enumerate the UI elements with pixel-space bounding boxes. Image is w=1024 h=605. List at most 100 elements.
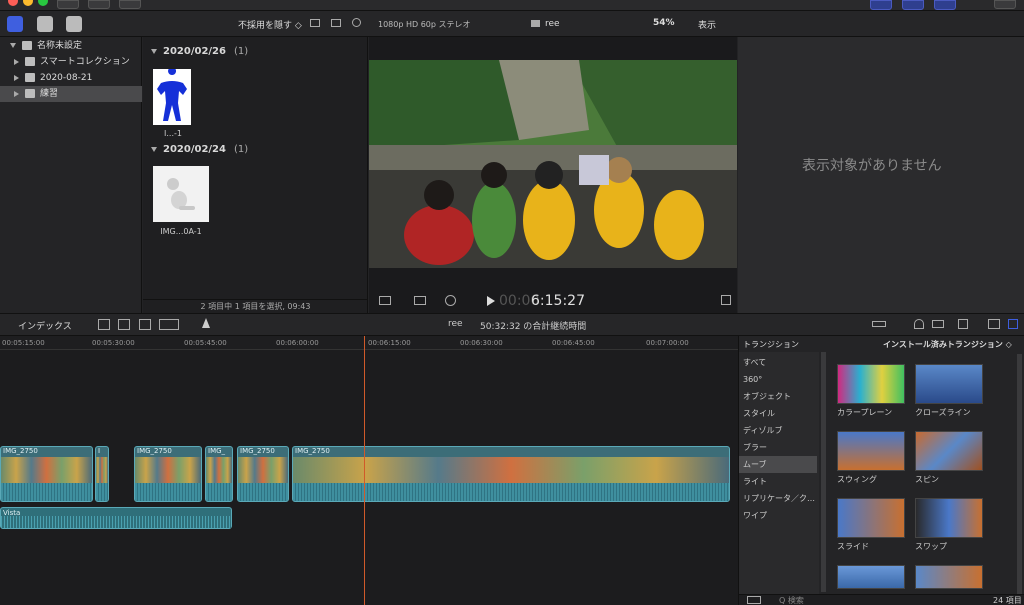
category-item[interactable]: ディゾルブ	[739, 422, 817, 439]
snapping-icon[interactable]	[958, 319, 968, 329]
disclosure-icon[interactable]	[151, 48, 157, 54]
libraries-icon[interactable]	[7, 16, 23, 32]
layout-timeline-button[interactable]	[902, 0, 924, 10]
fullscreen-icon[interactable]	[721, 295, 731, 305]
transition-tile[interactable]	[915, 565, 983, 589]
audio-skimming-icon[interactable]	[914, 319, 924, 329]
zoom-window-button[interactable]	[38, 0, 48, 6]
minimize-window-button[interactable]	[23, 0, 33, 6]
timeline-clip[interactable]: IMG_2750	[0, 446, 93, 502]
library-item[interactable]: 名称未設定	[0, 38, 142, 54]
transition-tile[interactable]	[837, 431, 905, 471]
filmstrip-icon[interactable]	[331, 19, 341, 27]
installed-menu[interactable]: インストール済みトランジション ◇	[883, 339, 1012, 350]
overwrite-clip-icon[interactable]	[159, 319, 179, 330]
search-field[interactable]: Q 検索	[779, 595, 804, 605]
category-item[interactable]: ワイプ	[739, 507, 817, 524]
play-button[interactable]	[487, 296, 495, 306]
category-item[interactable]: オブジェクト	[739, 388, 817, 405]
timeline-clip[interactable]: IMG_2750	[134, 446, 202, 502]
clip-thumbnail[interactable]	[153, 166, 209, 222]
zoom-menu[interactable]: 54%	[653, 18, 675, 28]
layout-libraries-button[interactable]	[870, 0, 892, 10]
close-window-button[interactable]	[8, 0, 18, 6]
disclosure-icon[interactable]	[14, 58, 19, 65]
transition-caption: クローズライン	[915, 408, 971, 417]
clip-thumbnail[interactable]	[153, 67, 191, 125]
timeline-toolbar: インデックス ree 50:32:32 の合計継続時間	[0, 313, 1024, 336]
timeline-ruler[interactable]: 00:05:15:00 00:05:30:00 00:05:45:00 00:0…	[0, 336, 738, 350]
transition-tile[interactable]	[837, 565, 905, 589]
view-options-icon[interactable]	[379, 296, 391, 305]
playhead[interactable]	[364, 336, 365, 605]
search-icon[interactable]	[352, 18, 361, 27]
fcp-window: 不採用を隠す ◇ 1080p HD 60p ステレオ ree 54% 表示 名称…	[0, 0, 1024, 605]
category-item[interactable]: スタイル	[739, 405, 817, 422]
enhance-icon[interactable]	[414, 296, 426, 305]
library-sidebar: 名称未設定 スマートコレクション 2020-08-21 練習	[0, 37, 142, 313]
category-item[interactable]: 360°	[739, 371, 817, 388]
transition-tile[interactable]	[915, 498, 983, 538]
insert-clip-icon[interactable]	[118, 319, 130, 330]
disclosure-icon[interactable]	[14, 90, 19, 97]
category-list: すべて 360° オブジェクト スタイル ディゾルブ ブラー ムーブ ライト リ…	[739, 352, 819, 605]
category-scrollbar[interactable]	[821, 352, 826, 592]
category-item[interactable]: すべて	[739, 354, 817, 371]
disclosure-icon[interactable]	[10, 43, 16, 48]
transitions-browser-icon[interactable]	[1008, 319, 1018, 329]
background-tasks-button[interactable]	[119, 0, 141, 9]
date-group-header[interactable]: 2020/02/24 (1)	[151, 144, 248, 155]
transition-tile[interactable]	[915, 431, 983, 471]
append-clip-icon[interactable]	[139, 319, 151, 330]
category-item[interactable]: リプリケータ／ク…	[739, 490, 817, 507]
transition-tile[interactable]	[837, 498, 905, 538]
hide-rejected-menu[interactable]: 不採用を隠す ◇	[238, 18, 302, 31]
ruler-tick: 00:06:45:00	[552, 339, 595, 347]
ruler-tick: 00:05:30:00	[92, 339, 135, 347]
library-icon	[22, 41, 32, 50]
timecode: 6:15:27	[531, 293, 585, 309]
clip-appearance-icon[interactable]	[310, 19, 320, 27]
layout-inspector-button[interactable]	[934, 0, 956, 10]
disclosure-icon[interactable]	[151, 146, 157, 152]
keywords-button[interactable]	[88, 0, 110, 9]
view-menu[interactable]: 表示	[698, 18, 716, 31]
clapper-icon	[531, 20, 540, 27]
library-item[interactable]: スマートコレクション	[0, 54, 142, 70]
retime-icon[interactable]	[445, 295, 456, 306]
tiles-scrollbar[interactable]	[1017, 354, 1022, 594]
timeline-clip[interactable]: I	[95, 446, 109, 502]
select-tool-icon[interactable]	[202, 318, 210, 328]
transition-tile[interactable]	[915, 364, 983, 404]
library-item[interactable]: 練習	[0, 86, 142, 102]
timeline-clip[interactable]: IMG_2750	[292, 446, 730, 502]
inspector-empty-message: 表示対象がありません	[802, 158, 942, 174]
transition-caption: スワップ	[915, 542, 947, 551]
total-duration: 50:32:32 の合計継続時間	[480, 322, 587, 332]
photos-audio-icon[interactable]	[37, 16, 53, 32]
category-item[interactable]: ブラー	[739, 439, 817, 456]
category-item[interactable]: ライト	[739, 473, 817, 490]
timeline-clip[interactable]: IMG_	[205, 446, 233, 502]
transition-tile[interactable]	[837, 364, 905, 404]
audio-clip[interactable]: Vista	[0, 507, 232, 529]
figure-image	[167, 178, 195, 210]
disclosure-icon[interactable]	[14, 74, 19, 81]
share-button[interactable]	[994, 0, 1016, 9]
library-item[interactable]: 2020-08-21	[0, 70, 142, 86]
import-button[interactable]	[57, 0, 79, 9]
skimming-icon[interactable]	[872, 321, 886, 327]
effects-browser-icon[interactable]	[988, 319, 1000, 329]
timeline-clip[interactable]: IMG_2750	[237, 446, 289, 502]
timeline[interactable]: IMG_2750 I IMG_2750 IMG_ IMG_2750 IMG_27…	[0, 350, 738, 605]
category-item[interactable]: ムーブ	[739, 456, 817, 473]
index-button[interactable]: インデックス	[18, 319, 72, 332]
titles-generators-icon[interactable]	[66, 16, 82, 32]
event-icon	[25, 89, 35, 98]
sidebar-toggle-icon[interactable]	[747, 596, 761, 604]
solo-icon[interactable]	[932, 320, 944, 328]
date-group-header[interactable]: 2020/02/26 (1)	[151, 46, 248, 57]
media-browser: 2020/02/26 (1) I...-1 2020/02/24 (1) IMG..…	[143, 37, 368, 313]
connect-clip-icon[interactable]	[98, 319, 110, 330]
inspector: 表示対象がありません	[738, 37, 1024, 313]
